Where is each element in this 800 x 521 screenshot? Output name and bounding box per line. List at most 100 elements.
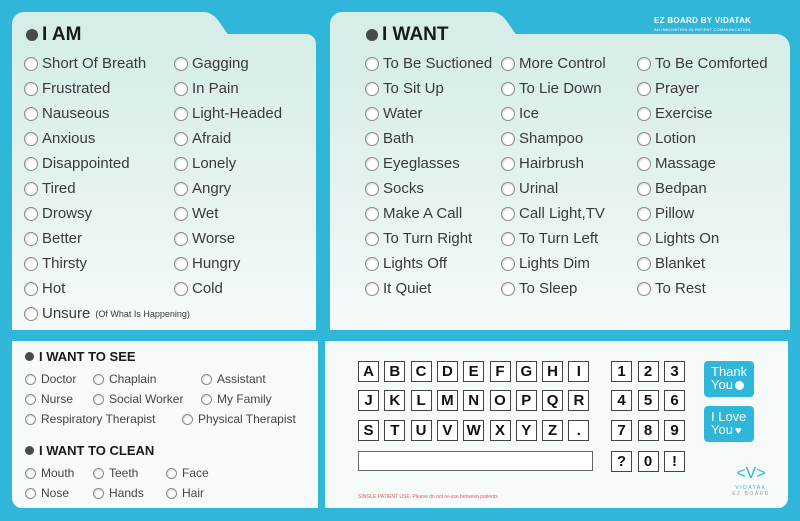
i-am-option[interactable]: Short Of Breath bbox=[24, 55, 146, 72]
i-am-option[interactable]: Angry bbox=[174, 180, 231, 197]
radio-icon[interactable] bbox=[501, 56, 515, 71]
letter-key[interactable]: B bbox=[384, 361, 406, 382]
clean-option[interactable]: Nose bbox=[25, 486, 69, 500]
i-want-option[interactable]: Make A Call bbox=[365, 205, 462, 222]
i-am-option[interactable]: Wet bbox=[174, 205, 218, 222]
i-love-you-button[interactable]: I Love You ♥ bbox=[704, 406, 754, 442]
i-want-option[interactable]: More Control bbox=[501, 55, 606, 72]
i-want-option[interactable]: To Be Comforted bbox=[637, 55, 768, 72]
i-want-option[interactable]: Prayer bbox=[637, 80, 699, 97]
i-want-option[interactable]: To Rest bbox=[637, 280, 706, 297]
i-am-option[interactable]: Frustrated bbox=[24, 80, 110, 97]
i-am-option[interactable]: Anxious bbox=[24, 130, 95, 147]
number-key[interactable]: 2 bbox=[637, 361, 659, 382]
i-am-option[interactable]: In Pain bbox=[174, 80, 239, 97]
radio-icon[interactable] bbox=[365, 231, 379, 246]
radio-icon[interactable] bbox=[501, 156, 515, 171]
radio-icon[interactable] bbox=[201, 373, 212, 385]
number-key[interactable]: ? bbox=[611, 451, 632, 472]
radio-icon[interactable] bbox=[637, 81, 651, 96]
i-want-option[interactable]: Bath bbox=[365, 130, 414, 147]
radio-icon[interactable] bbox=[25, 467, 36, 479]
number-key[interactable]: 8 bbox=[637, 420, 659, 441]
letter-key[interactable]: D bbox=[436, 361, 458, 382]
i-want-option[interactable]: To Turn Left bbox=[501, 230, 598, 247]
radio-icon[interactable] bbox=[24, 256, 38, 271]
radio-icon[interactable] bbox=[93, 487, 104, 499]
radio-icon[interactable] bbox=[201, 393, 212, 405]
radio-icon[interactable] bbox=[174, 231, 188, 246]
see-option[interactable]: Nurse bbox=[25, 392, 73, 406]
radio-icon[interactable] bbox=[25, 393, 36, 405]
radio-icon[interactable] bbox=[182, 413, 193, 425]
see-option[interactable]: Chaplain bbox=[93, 372, 156, 386]
radio-icon[interactable] bbox=[637, 206, 651, 221]
radio-icon[interactable] bbox=[637, 56, 651, 71]
see-option[interactable]: Respiratory Therapist bbox=[25, 412, 156, 426]
i-want-option[interactable]: Urinal bbox=[501, 180, 558, 197]
radio-icon[interactable] bbox=[501, 81, 515, 96]
i-am-option[interactable]: Thirsty bbox=[24, 255, 87, 272]
radio-icon[interactable] bbox=[25, 487, 36, 499]
radio-icon[interactable] bbox=[501, 256, 515, 271]
i-want-option[interactable]: Pillow bbox=[637, 205, 694, 222]
i-am-option[interactable]: Hot bbox=[24, 280, 65, 297]
number-key[interactable]: ! bbox=[664, 451, 685, 472]
radio-icon[interactable] bbox=[637, 256, 651, 271]
letter-key[interactable]: F bbox=[489, 361, 511, 382]
see-option[interactable]: My Family bbox=[201, 392, 272, 406]
i-want-option[interactable]: Lotion bbox=[637, 130, 696, 147]
letter-key[interactable]: L bbox=[410, 390, 432, 411]
i-want-option[interactable]: It Quiet bbox=[365, 280, 431, 297]
radio-icon[interactable] bbox=[637, 281, 651, 296]
i-want-option[interactable]: Exercise bbox=[637, 105, 713, 122]
radio-icon[interactable] bbox=[501, 281, 515, 296]
letter-key[interactable]: U bbox=[410, 420, 432, 441]
see-option[interactable]: Social Worker bbox=[93, 392, 183, 406]
radio-icon[interactable] bbox=[174, 281, 188, 296]
radio-icon[interactable] bbox=[24, 181, 38, 196]
number-key[interactable]: 3 bbox=[664, 361, 685, 382]
radio-icon[interactable] bbox=[365, 106, 379, 121]
radio-icon[interactable] bbox=[174, 256, 188, 271]
letter-key[interactable]: K bbox=[384, 390, 406, 411]
clean-option[interactable]: Face bbox=[166, 466, 209, 480]
see-option[interactable]: Doctor bbox=[25, 372, 76, 386]
number-key[interactable]: 7 bbox=[611, 420, 632, 441]
i-am-option[interactable]: Light-Headed bbox=[174, 105, 282, 122]
see-option[interactable]: Physical Therapist bbox=[182, 412, 296, 426]
radio-icon[interactable] bbox=[93, 373, 104, 385]
clean-option[interactable]: Hands bbox=[93, 486, 144, 500]
i-want-option[interactable]: Call Light,TV bbox=[501, 205, 605, 222]
radio-icon[interactable] bbox=[637, 181, 651, 196]
i-want-option[interactable]: Shampoo bbox=[501, 130, 583, 147]
radio-icon[interactable] bbox=[365, 131, 379, 146]
letter-key[interactable]: Z bbox=[542, 420, 564, 441]
radio-icon[interactable] bbox=[25, 373, 36, 385]
letter-key[interactable]: . bbox=[568, 420, 590, 441]
i-want-option[interactable]: Massage bbox=[637, 155, 716, 172]
i-want-option[interactable]: Lights Dim bbox=[501, 255, 590, 272]
letter-key[interactable]: S bbox=[358, 420, 379, 441]
number-key[interactable]: 5 bbox=[637, 390, 659, 411]
i-want-option[interactable]: To Lie Down bbox=[501, 80, 602, 97]
radio-icon[interactable] bbox=[501, 106, 515, 121]
letter-key[interactable]: G bbox=[515, 361, 537, 382]
i-want-option[interactable]: To Sit Up bbox=[365, 80, 444, 97]
letter-key[interactable]: T bbox=[384, 420, 406, 441]
letter-key[interactable]: J bbox=[358, 390, 379, 411]
letter-key[interactable]: N bbox=[463, 390, 485, 411]
radio-icon[interactable] bbox=[24, 206, 38, 221]
number-key[interactable]: 0 bbox=[637, 451, 659, 472]
radio-icon[interactable] bbox=[24, 106, 38, 121]
letter-key[interactable]: Q bbox=[542, 390, 564, 411]
i-want-option[interactable]: To Sleep bbox=[501, 280, 577, 297]
i-am-option[interactable]: Gagging bbox=[174, 55, 249, 72]
radio-icon[interactable] bbox=[174, 206, 188, 221]
letter-key[interactable]: E bbox=[463, 361, 485, 382]
radio-icon[interactable] bbox=[365, 156, 379, 171]
letter-key[interactable]: M bbox=[436, 390, 458, 411]
radio-icon[interactable] bbox=[637, 156, 651, 171]
i-am-option[interactable]: Disappointed bbox=[24, 155, 130, 172]
radio-icon[interactable] bbox=[25, 413, 36, 425]
